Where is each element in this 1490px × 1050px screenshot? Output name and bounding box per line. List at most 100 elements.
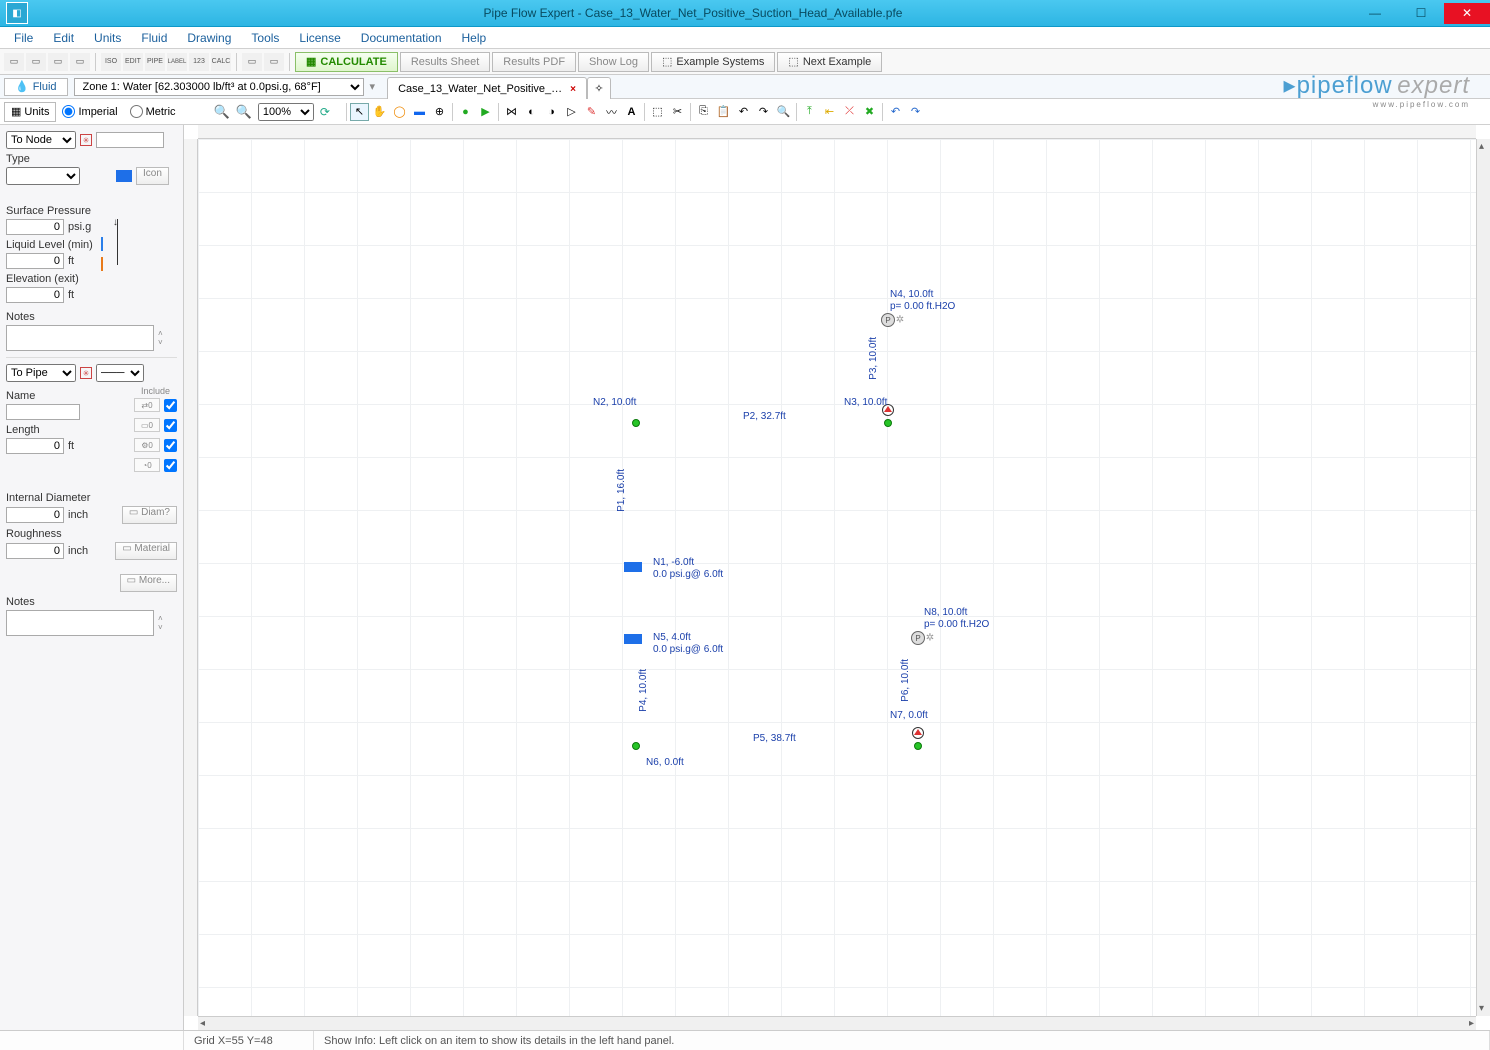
- copy-icon[interactable]: ⎘: [694, 103, 713, 121]
- node-tool-icon[interactable]: ◯: [390, 103, 409, 121]
- curve-tool-icon[interactable]: 〰: [602, 103, 621, 121]
- notes1-up-icon[interactable]: ˄: [158, 329, 163, 338]
- drawing-canvas[interactable]: N1, -6.0ft 0.0 psi.g@ 6.0ft N2, 10.0ft N…: [198, 139, 1476, 1016]
- pan-tool-icon[interactable]: ✋: [370, 103, 389, 121]
- close-button[interactable]: ✕: [1444, 3, 1490, 24]
- tb-icon-1[interactable]: ▭: [4, 53, 24, 71]
- tb-icon-11[interactable]: ▭: [242, 53, 262, 71]
- tb-pipe-icon[interactable]: PIPE: [145, 53, 165, 71]
- cut-icon[interactable]: ✂: [668, 103, 687, 121]
- rotate-left-icon[interactable]: ↶: [734, 103, 753, 121]
- tb-icon-12[interactable]: ▭: [264, 53, 284, 71]
- menu-tools[interactable]: Tools: [243, 29, 287, 47]
- node-n4-pressure[interactable]: P: [881, 313, 895, 327]
- tb-icon-2[interactable]: ▭: [26, 53, 46, 71]
- tb-edit-icon[interactable]: EDIT: [123, 53, 143, 71]
- imperial-radio[interactable]: Imperial: [62, 105, 117, 118]
- zoom-in-icon[interactable]: 🔍: [236, 104, 252, 120]
- internal-diameter-field[interactable]: [6, 507, 64, 523]
- menu-help[interactable]: Help: [454, 29, 495, 47]
- tab-close-icon[interactable]: ×: [570, 84, 576, 95]
- paste-icon[interactable]: 📋: [714, 103, 733, 121]
- type-select[interactable]: [6, 167, 80, 185]
- maximize-button[interactable]: ☐: [1398, 3, 1444, 24]
- target-pipe-icon[interactable]: ✳: [80, 367, 92, 379]
- menu-license[interactable]: License: [291, 29, 348, 47]
- align-left-icon[interactable]: ⇤: [820, 103, 839, 121]
- to-pipe-select[interactable]: To Pipe: [6, 364, 76, 382]
- notes2-field[interactable]: [6, 610, 154, 636]
- notes2-down-icon[interactable]: ˅: [158, 623, 163, 632]
- zoom-out-icon[interactable]: 🔍: [214, 104, 230, 120]
- new-tab-button[interactable]: ✧: [587, 77, 611, 99]
- fluid-button[interactable]: 💧 Fluid: [4, 78, 68, 96]
- node-n5-tank[interactable]: [624, 634, 642, 644]
- zone-select[interactable]: Zone 1: Water [62.303000 lb/ft³ at 0.0ps…: [74, 78, 364, 96]
- length-field[interactable]: [6, 438, 64, 454]
- valve-tool-icon[interactable]: ⋈: [502, 103, 521, 121]
- distribute-icon[interactable]: ⤫: [840, 103, 859, 121]
- results-sheet-button[interactable]: Results Sheet: [400, 52, 490, 72]
- node-n7[interactable]: [914, 742, 922, 750]
- dot-tool-icon[interactable]: ●: [456, 103, 475, 121]
- inc-check-1[interactable]: [164, 399, 177, 412]
- meter-tool-icon[interactable]: ◑: [542, 103, 561, 121]
- menu-fluid[interactable]: Fluid: [133, 29, 175, 47]
- notes1-down-icon[interactable]: ˅: [158, 338, 163, 347]
- menu-drawing[interactable]: Drawing: [179, 29, 239, 47]
- refresh-icon[interactable]: ⟳: [320, 105, 330, 119]
- surface-pressure-field[interactable]: [6, 219, 64, 235]
- tb-icon-4[interactable]: ▭: [70, 53, 90, 71]
- tank-tool-icon[interactable]: ▬: [410, 103, 429, 121]
- component-tool-icon[interactable]: ⊕: [430, 103, 449, 121]
- find-icon[interactable]: 🔍: [774, 103, 793, 121]
- diam-button[interactable]: ▭ Diam?: [122, 506, 177, 524]
- inc-check-2[interactable]: [164, 419, 177, 432]
- inc-check-3[interactable]: [164, 439, 177, 452]
- document-tab[interactable]: Case_13_Water_Net_Positive_… ×: [387, 77, 587, 99]
- node-n1-tank[interactable]: [624, 562, 642, 572]
- pipe-line-style-select[interactable]: ───: [96, 364, 144, 382]
- redo-icon[interactable]: ↷: [906, 103, 925, 121]
- node-n6[interactable]: [632, 742, 640, 750]
- example-systems-button[interactable]: ⬚ Example Systems: [651, 52, 775, 72]
- to-node-field[interactable]: [96, 132, 164, 148]
- node-n8-pressure[interactable]: P: [911, 631, 925, 645]
- pump-tool-icon[interactable]: ◐: [522, 103, 541, 121]
- show-log-button[interactable]: Show Log: [578, 52, 649, 72]
- pump-n7[interactable]: [912, 727, 924, 739]
- tb-icon-3[interactable]: ▭: [48, 53, 68, 71]
- notes2-up-icon[interactable]: ˄: [158, 614, 163, 623]
- inc-check-4[interactable]: [164, 459, 177, 472]
- calculate-button[interactable]: ▦ CALCULATE: [295, 52, 398, 72]
- select-rect-icon[interactable]: ⬚: [648, 103, 667, 121]
- rotate-right-icon[interactable]: ↷: [754, 103, 773, 121]
- tb-123-icon[interactable]: 123: [189, 53, 209, 71]
- to-node-select[interactable]: To Node: [6, 131, 76, 149]
- node-n2[interactable]: [632, 419, 640, 427]
- icon-button[interactable]: Icon: [136, 167, 169, 185]
- tb-iso-icon[interactable]: ISO: [101, 53, 121, 71]
- tb-calc-icon[interactable]: CALC: [211, 53, 231, 71]
- zoom-select[interactable]: 100%: [258, 103, 314, 121]
- material-button[interactable]: ▭ Material: [115, 542, 177, 560]
- tb-label-icon[interactable]: LABEL: [167, 53, 187, 71]
- more-button[interactable]: ▭ More...: [120, 574, 177, 592]
- arrow-tool-icon[interactable]: ▶: [476, 103, 495, 121]
- fitting-tool-icon[interactable]: ▷: [562, 103, 581, 121]
- undo-icon[interactable]: ↶: [886, 103, 905, 121]
- menu-documentation[interactable]: Documentation: [353, 29, 450, 47]
- menu-file[interactable]: File: [6, 29, 41, 47]
- menu-edit[interactable]: Edit: [45, 29, 82, 47]
- elevation-exit-field[interactable]: [6, 287, 64, 303]
- scrollbar-vertical[interactable]: ▴▾: [1476, 139, 1490, 1016]
- align-top-icon[interactable]: ⤒: [800, 103, 819, 121]
- notes1-field[interactable]: [6, 325, 154, 351]
- node-n3[interactable]: [884, 419, 892, 427]
- scrollbar-horizontal[interactable]: ◂▸: [198, 1016, 1476, 1030]
- units-button[interactable]: ▦ Units: [4, 102, 56, 122]
- next-example-button[interactable]: ⬚ Next Example: [777, 52, 882, 72]
- metric-radio[interactable]: Metric: [130, 105, 176, 118]
- edit-tool-icon[interactable]: ✎: [582, 103, 601, 121]
- name-field[interactable]: [6, 404, 80, 420]
